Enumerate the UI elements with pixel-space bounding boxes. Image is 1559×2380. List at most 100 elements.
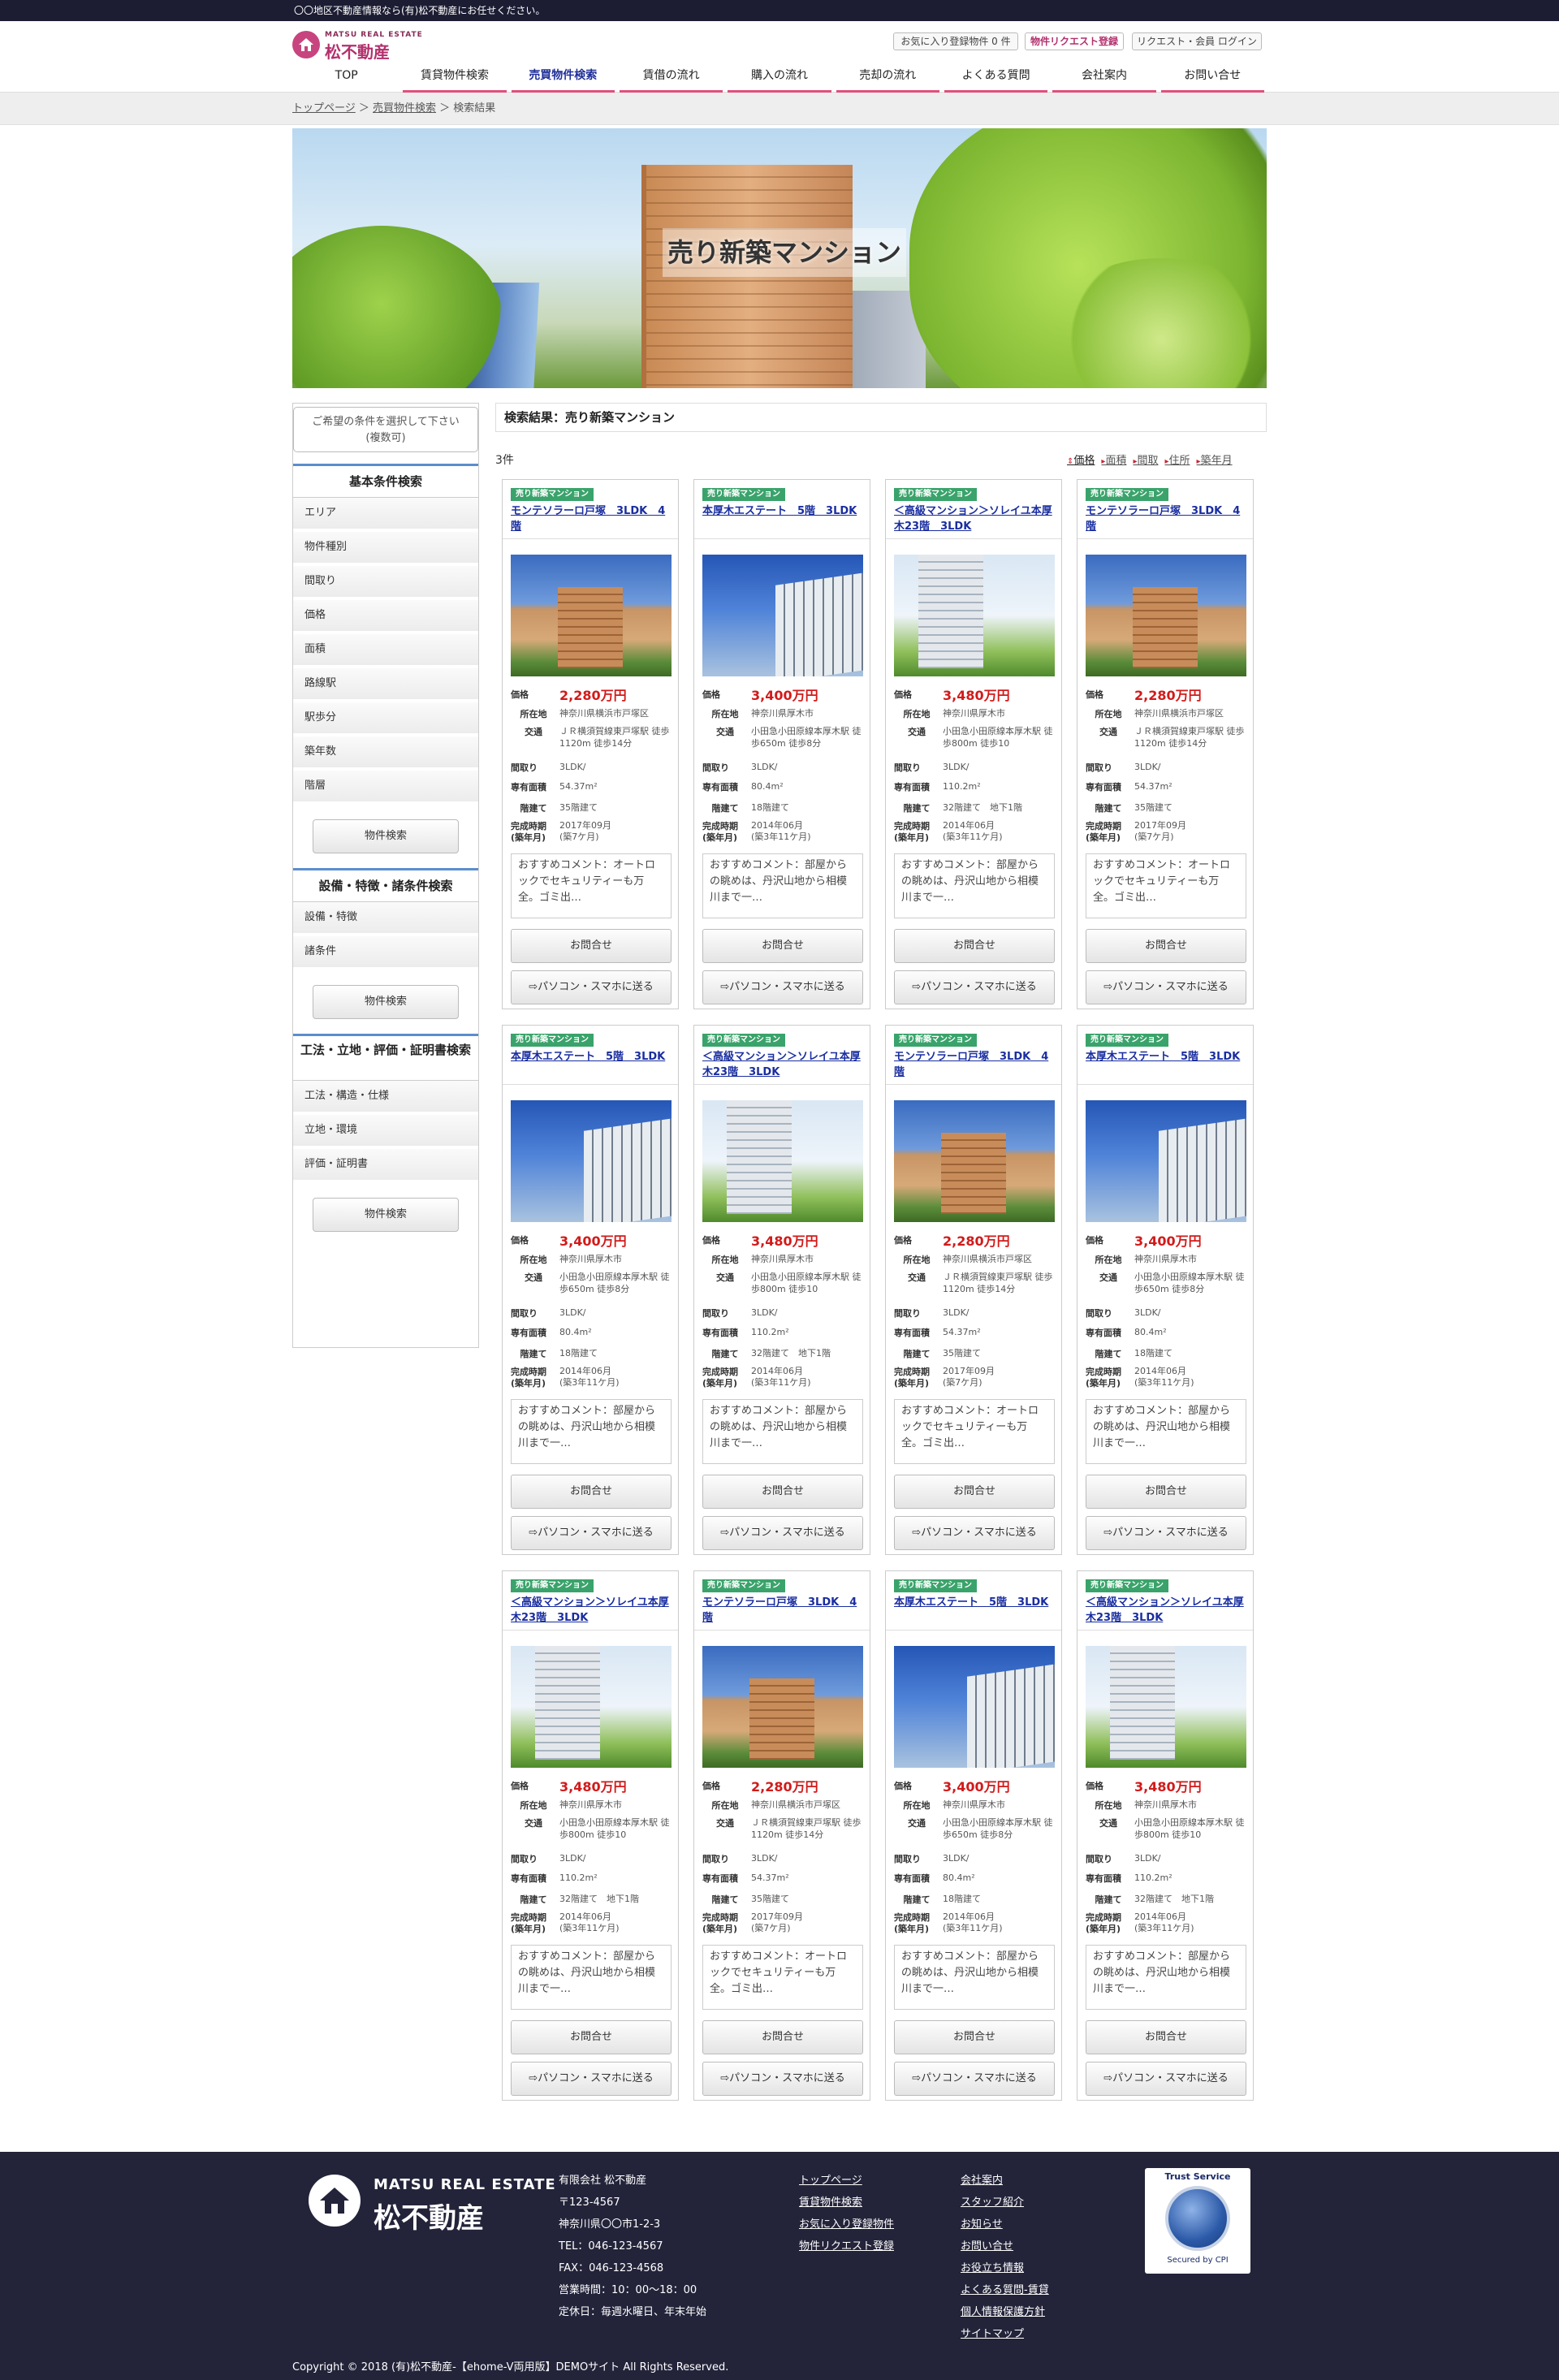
send-to-device-button[interactable]: ⇨パソコン・スマホに送る (511, 970, 672, 1004)
sidebar-filter-item[interactable]: 階層 (293, 771, 478, 805)
property-photo[interactable] (894, 555, 1055, 676)
site-logo[interactable]: MATSU REAL ESTATE 松不動産 (292, 29, 422, 62)
sidebar-filter-item[interactable]: 面積 (293, 634, 478, 668)
contact-button[interactable]: お問合せ (894, 929, 1055, 963)
sidebar-search-button[interactable]: 物件検索 (313, 819, 459, 853)
field-label-price: 価格 (1086, 1781, 1103, 1791)
contact-button[interactable]: お問合せ (702, 929, 863, 963)
property-title-link[interactable]: ＜高級マンション＞ソレイユ本厚木23階 3LDK (1086, 1595, 1248, 1626)
send-to-device-button[interactable]: ⇨パソコン・スマホに送る (894, 2062, 1055, 2096)
property-title-link[interactable]: 本厚木エステート 5階 3LDK (702, 503, 865, 519)
nav-item[interactable]: 賃貸物件検索 (403, 62, 507, 93)
contact-button[interactable]: お問合せ (511, 929, 672, 963)
sidebar-filter-item[interactable]: 価格 (293, 600, 478, 634)
sidebar-filter-item[interactable]: 設備・特徴 (293, 902, 478, 936)
property-title-link[interactable]: ＜高級マンション＞ソレイユ本厚木23階 3LDK (511, 1595, 673, 1626)
nav-item[interactable]: 会社案内 (1052, 62, 1156, 93)
footer-link[interactable]: 物件リクエスト登録 (799, 2235, 894, 2257)
footer-link[interactable]: スタッフ紹介 (961, 2192, 1049, 2214)
property-photo[interactable] (511, 1100, 672, 1222)
footer-link[interactable]: お知らせ (961, 2214, 1049, 2235)
property-title-link[interactable]: モンテソラーロ戸塚 3LDK 4階 (702, 1595, 865, 1626)
contact-button[interactable]: お問合せ (511, 1475, 672, 1509)
nav-item[interactable]: TOP (295, 62, 398, 93)
property-title-link[interactable]: モンテソラーロ戸塚 3LDK 4階 (1086, 503, 1248, 534)
footer-link[interactable]: お気に入り登録物件 (799, 2214, 894, 2235)
nav-item[interactable]: 賃借の流れ (619, 62, 723, 93)
property-photo[interactable] (1086, 555, 1246, 676)
sidebar-filter-item[interactable]: 築年数 (293, 736, 478, 771)
footer-link[interactable]: 個人情報保護方針 (961, 2301, 1049, 2323)
breadcrumb-top-link[interactable]: トップページ (292, 102, 356, 114)
property-title-link[interactable]: モンテソラーロ戸塚 3LDK 4階 (894, 1049, 1056, 1080)
property-photo[interactable] (894, 1646, 1055, 1768)
contact-button[interactable]: お問合せ (511, 2020, 672, 2054)
sidebar-filter-item[interactable]: エリア (293, 498, 478, 532)
breadcrumb-sale-link[interactable]: 売買物件検索 (373, 102, 436, 114)
sort-option[interactable]: ⇕価格 (1067, 455, 1095, 467)
sort-option[interactable]: ▸間取 (1133, 455, 1158, 467)
send-to-device-button[interactable]: ⇨パソコン・スマホに送る (702, 2062, 863, 2096)
property-photo[interactable] (702, 1100, 863, 1222)
send-to-device-button[interactable]: ⇨パソコン・スマホに送る (1086, 970, 1246, 1004)
contact-button[interactable]: お問合せ (1086, 2020, 1246, 2054)
contact-button[interactable]: お問合せ (894, 1475, 1055, 1509)
property-photo[interactable] (511, 555, 672, 676)
send-to-device-button[interactable]: ⇨パソコン・スマホに送る (1086, 1516, 1246, 1550)
nav-item[interactable]: お問い合せ (1160, 62, 1264, 93)
sort-option[interactable]: ▸築年月 (1197, 455, 1233, 467)
property-request-button[interactable]: 物件リクエスト登録 (1025, 32, 1124, 50)
sidebar-filter-item[interactable]: 工法・構造・仕様 (293, 1081, 478, 1115)
sort-option[interactable]: ▸住所 (1165, 455, 1190, 467)
property-photo[interactable] (1086, 1100, 1246, 1222)
nav-item[interactable]: 売買物件検索 (511, 62, 615, 93)
sidebar-filter-item[interactable]: 諸条件 (293, 936, 478, 970)
footer-link[interactable]: トップページ (799, 2170, 894, 2192)
footer-link[interactable]: サイトマップ (961, 2323, 1049, 2345)
property-photo[interactable] (511, 1646, 672, 1768)
contact-button[interactable]: お問合せ (894, 2020, 1055, 2054)
trust-service-badge[interactable]: Trust Service Secured by CPI (1145, 2168, 1250, 2274)
send-to-device-button[interactable]: ⇨パソコン・スマホに送る (511, 2062, 672, 2096)
send-to-device-button[interactable]: ⇨パソコン・スマホに送る (1086, 2062, 1246, 2096)
sidebar-filter-item[interactable]: 間取り (293, 566, 478, 600)
sidebar-filter-item[interactable]: 立地・環境 (293, 1115, 478, 1149)
contact-button[interactable]: お問合せ (702, 1475, 863, 1509)
nav-item[interactable]: 売却の流れ (836, 62, 939, 93)
footer-link[interactable]: お役立ち情報 (961, 2257, 1049, 2279)
sidebar-search-button[interactable]: 物件検索 (313, 1198, 459, 1232)
property-title-link[interactable]: ＜高級マンション＞ソレイユ本厚木23階 3LDK (894, 503, 1056, 534)
property-photo[interactable] (894, 1100, 1055, 1222)
property-photo[interactable] (702, 555, 863, 676)
sidebar-search-button[interactable]: 物件検索 (313, 985, 459, 1019)
send-to-device-button[interactable]: ⇨パソコン・スマホに送る (511, 1516, 672, 1550)
contact-button[interactable]: お問合せ (1086, 1475, 1246, 1509)
property-title-link[interactable]: 本厚木エステート 5階 3LDK (894, 1595, 1056, 1610)
contact-button[interactable]: お問合せ (702, 2020, 863, 2054)
send-to-device-button[interactable]: ⇨パソコン・スマホに送る (702, 1516, 863, 1550)
send-to-device-button[interactable]: ⇨パソコン・スマホに送る (894, 1516, 1055, 1550)
property-photo[interactable] (702, 1646, 863, 1768)
property-title-link[interactable]: 本厚木エステート 5階 3LDK (1086, 1049, 1248, 1065)
sidebar-filter-item[interactable]: 評価・証明書 (293, 1149, 478, 1183)
footer-link[interactable]: お問い合せ (961, 2235, 1049, 2257)
property-title-link[interactable]: ＜高級マンション＞ソレイユ本厚木23階 3LDK (702, 1049, 865, 1080)
sidebar-filter-item[interactable]: 物件種別 (293, 532, 478, 566)
send-to-device-button[interactable]: ⇨パソコン・スマホに送る (894, 970, 1055, 1004)
sidebar-filter-item[interactable]: 駅歩分 (293, 702, 478, 736)
footer-link[interactable]: よくある質問-賃貸 (961, 2279, 1049, 2301)
member-login-button[interactable]: リクエスト・会員 ログイン (1132, 32, 1262, 50)
property-title-link[interactable]: モンテソラーロ戸塚 3LDK 4階 (511, 503, 673, 534)
contact-button[interactable]: お問合せ (1086, 929, 1246, 963)
sidebar-filter-item[interactable]: 路線駅 (293, 668, 478, 702)
property-photo[interactable] (1086, 1646, 1246, 1768)
footer-link[interactable]: 賃貸物件検索 (799, 2192, 894, 2214)
footer-link[interactable]: 会社案内 (961, 2170, 1049, 2192)
send-to-device-button[interactable]: ⇨パソコン・スマホに送る (702, 970, 863, 1004)
sort-option[interactable]: ▸面積 (1101, 455, 1126, 467)
footer-logo[interactable]: MATSU REAL ESTATE 松不動産 (309, 2168, 555, 2235)
nav-item[interactable]: 購入の流れ (728, 62, 831, 93)
favorites-count-button[interactable]: お気に入り登録物件 0 件 (893, 32, 1018, 50)
property-title-link[interactable]: 本厚木エステート 5階 3LDK (511, 1049, 673, 1065)
nav-item[interactable]: よくある質問 (944, 62, 1048, 93)
